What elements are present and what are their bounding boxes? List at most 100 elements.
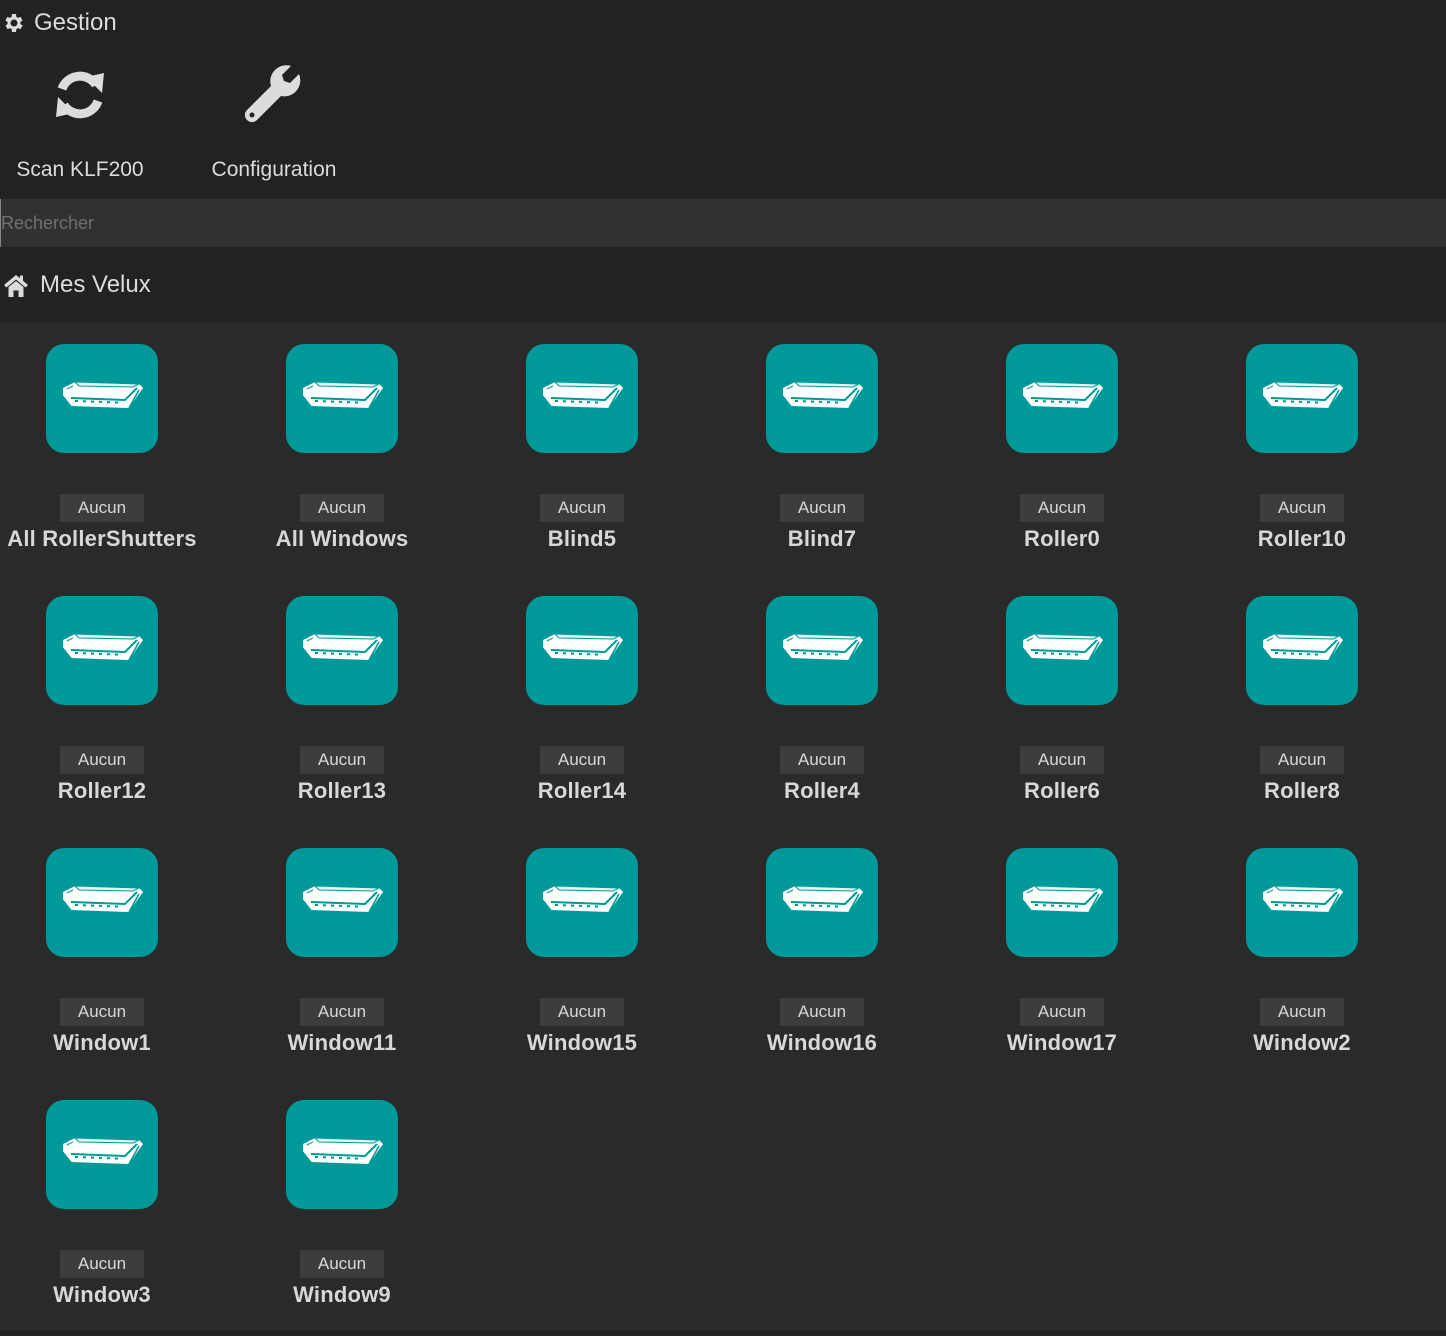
device-status-badge: Aucun [59, 998, 145, 1026]
velux-window-icon [782, 884, 863, 912]
device-name: Roller6 [1024, 778, 1100, 803]
device-name: Window15 [526, 1030, 638, 1055]
device-status-badge: Aucun [539, 494, 625, 522]
device-tile[interactable] [766, 596, 878, 705]
device-tile[interactable] [286, 1100, 398, 1209]
device-name: Roller0 [1024, 526, 1100, 551]
device-name: Window16 [766, 1030, 878, 1055]
velux-window-icon [542, 884, 623, 912]
device-status-badge: Aucun [1019, 746, 1105, 774]
device-name: Window11 [287, 1030, 397, 1055]
scan-klf200-button[interactable]: Scan KLF200 [0, 46, 170, 196]
device-card-window15[interactable]: Aucun Window15 [477, 826, 687, 1056]
device-card-window9[interactable]: Aucun Window9 [237, 1078, 447, 1308]
device-tile[interactable] [526, 848, 638, 957]
device-card-blind5[interactable]: Aucun Blind5 [477, 322, 687, 552]
device-status-badge: Aucun [59, 494, 145, 522]
device-name: Window17 [1006, 1030, 1118, 1055]
gestion-header: Gestion [0, 0, 1446, 46]
device-card-window3[interactable]: Aucun Window3 [0, 1078, 207, 1308]
device-card-window17[interactable]: Aucun Window17 [957, 826, 1167, 1056]
device-status-badge: Aucun [59, 746, 145, 774]
device-card-all-rollershutters[interactable]: Aucun All RollerShutters [0, 322, 207, 552]
device-tile[interactable] [1246, 596, 1358, 705]
device-name: Blind7 [787, 526, 857, 551]
velux-window-icon [782, 380, 863, 408]
device-tile[interactable] [526, 596, 638, 705]
device-name: Window2 [1253, 1030, 1351, 1055]
device-card-window11[interactable]: Aucun Window11 [237, 826, 447, 1056]
velux-window-icon [302, 632, 383, 660]
device-card-all-windows[interactable]: Aucun All Windows [237, 322, 447, 552]
device-tile[interactable] [286, 848, 398, 957]
device-tile[interactable] [1246, 344, 1358, 453]
device-name: All RollerShutters [7, 526, 197, 551]
device-tile[interactable] [766, 848, 878, 957]
device-tile[interactable] [46, 344, 158, 453]
velux-window-icon [62, 632, 143, 660]
device-name: Blind5 [547, 526, 617, 551]
device-status-badge: Aucun [1259, 998, 1345, 1026]
device-status-badge: Aucun [299, 746, 385, 774]
device-name: Window3 [53, 1282, 151, 1307]
velux-window-icon [1262, 632, 1343, 660]
wrench-icon [244, 65, 301, 123]
device-card-window2[interactable]: Aucun Window2 [1197, 826, 1407, 1056]
device-status-badge: Aucun [59, 1250, 145, 1278]
configuration-button[interactable]: Configuration [184, 46, 364, 196]
device-tile[interactable] [286, 596, 398, 705]
device-tile[interactable] [46, 848, 158, 957]
device-card-roller14[interactable]: Aucun Roller14 [477, 574, 687, 804]
device-tile[interactable] [766, 344, 878, 453]
configuration-label: Configuration [211, 158, 337, 181]
device-status-badge: Aucun [299, 1250, 385, 1278]
device-name: Roller8 [1264, 778, 1340, 803]
device-tile[interactable] [1246, 848, 1358, 957]
device-status-badge: Aucun [299, 494, 385, 522]
device-name: Roller13 [297, 778, 387, 803]
device-grid: Aucun All RollerShutters Aucun All Windo… [0, 322, 1446, 1330]
device-card-roller0[interactable]: Aucun Roller0 [957, 322, 1167, 552]
device-tile[interactable] [46, 1100, 158, 1209]
gestion-title: Gestion [34, 9, 117, 36]
bottom-strip [0, 1330, 1446, 1336]
device-name: Window1 [53, 1030, 151, 1055]
device-name: Roller4 [784, 778, 860, 803]
velux-window-icon [782, 632, 863, 660]
velux-window-icon [302, 884, 383, 912]
device-tile[interactable] [1006, 344, 1118, 453]
velux-window-icon [1022, 632, 1103, 660]
gear-icon [5, 14, 23, 32]
device-card-roller13[interactable]: Aucun Roller13 [237, 574, 447, 804]
device-tile[interactable] [286, 344, 398, 453]
sync-icon [56, 71, 104, 119]
device-status-badge: Aucun [1259, 746, 1345, 774]
device-status-badge: Aucun [779, 746, 865, 774]
scan-klf200-label: Scan KLF200 [16, 158, 144, 181]
gestion-actions: Scan KLF200 Configuration [0, 46, 1446, 199]
device-tile[interactable] [46, 596, 158, 705]
device-status-badge: Aucun [1019, 494, 1105, 522]
velux-window-icon [1262, 380, 1343, 408]
device-card-window1[interactable]: Aucun Window1 [0, 826, 207, 1056]
device-tile[interactable] [1006, 848, 1118, 957]
device-card-roller4[interactable]: Aucun Roller4 [717, 574, 927, 804]
device-status-badge: Aucun [779, 998, 865, 1026]
search-bar [0, 199, 1446, 247]
device-card-roller6[interactable]: Aucun Roller6 [957, 574, 1167, 804]
device-card-blind7[interactable]: Aucun Blind7 [717, 322, 927, 552]
device-card-window16[interactable]: Aucun Window16 [717, 826, 927, 1056]
velux-window-icon [1022, 884, 1103, 912]
velux-window-icon [1022, 380, 1103, 408]
search-input[interactable] [0, 199, 1446, 247]
device-card-roller8[interactable]: Aucun Roller8 [1197, 574, 1407, 804]
device-name: All Windows [275, 526, 409, 551]
velux-window-icon [302, 380, 383, 408]
home-icon [4, 274, 28, 297]
device-card-roller12[interactable]: Aucun Roller12 [0, 574, 207, 804]
device-tile[interactable] [526, 344, 638, 453]
device-card-roller10[interactable]: Aucun Roller10 [1197, 322, 1407, 552]
device-tile[interactable] [1006, 596, 1118, 705]
device-status-badge: Aucun [779, 494, 865, 522]
velux-window-icon [302, 1136, 383, 1164]
